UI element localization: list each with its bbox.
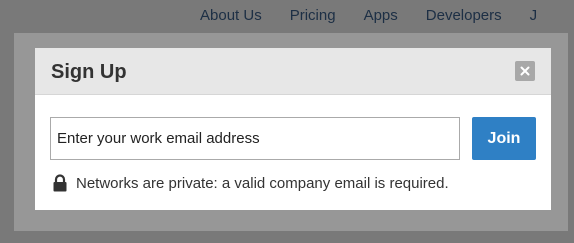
- privacy-text: Networks are private: a valid company em…: [76, 174, 449, 192]
- privacy-note: Networks are private: a valid company em…: [52, 174, 449, 192]
- signup-modal: Sign Up Join Networks are private: a val…: [35, 48, 551, 210]
- modal-header: Sign Up: [35, 48, 551, 95]
- modal-title: Sign Up: [51, 61, 127, 83]
- lock-icon: [52, 174, 68, 192]
- close-icon: [520, 66, 530, 76]
- close-button[interactable]: [515, 61, 535, 81]
- email-input[interactable]: [50, 117, 460, 160]
- join-button[interactable]: Join: [472, 117, 536, 160]
